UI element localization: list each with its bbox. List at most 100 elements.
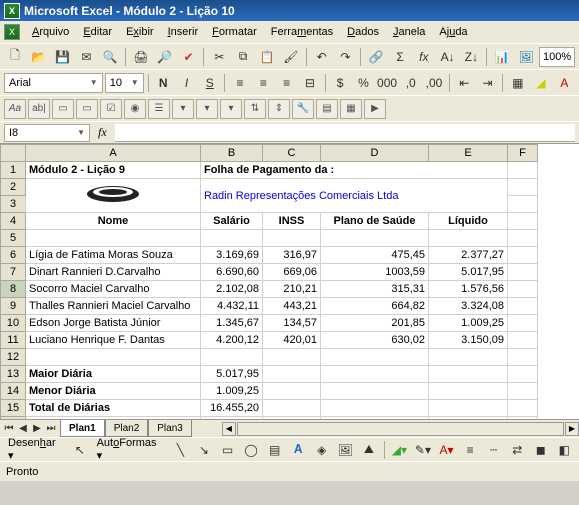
align-center-button[interactable]: ≡ (253, 72, 274, 94)
font-color-button[interactable]: A (554, 72, 575, 94)
line-style-button[interactable]: ≡ (459, 439, 481, 461)
zoom-combo[interactable]: 100% (539, 47, 575, 67)
row-header[interactable]: 13 (1, 366, 26, 383)
row-header[interactable]: 15 (1, 400, 26, 417)
diagram-button[interactable]: ◈ (311, 439, 333, 461)
open-button[interactable]: 📂 (28, 46, 50, 68)
spellcheck-button[interactable]: ✔ (178, 46, 200, 68)
cell-logo[interactable] (26, 179, 201, 213)
cell[interactable] (508, 332, 538, 349)
cell[interactable] (429, 400, 508, 417)
cell[interactable]: Total de Diárias (26, 400, 201, 417)
cell[interactable]: Plano de Saúde (321, 213, 429, 230)
font-size-combo[interactable]: 10▼ (105, 73, 144, 93)
italic-button[interactable]: I (176, 72, 197, 94)
search-button[interactable]: 🔍 (99, 46, 121, 68)
select-objects-button[interactable]: ↖ (69, 439, 91, 461)
line-color-button[interactable]: ✎▾ (412, 439, 434, 461)
cell[interactable] (321, 349, 429, 366)
cell[interactable]: INSS (263, 213, 321, 230)
scroll-control[interactable]: ⇅ (244, 99, 266, 119)
cell[interactable]: Dinart Rannieri D.Carvalho (26, 264, 201, 281)
cell[interactable]: Nome (26, 213, 201, 230)
percent-button[interactable]: % (353, 72, 374, 94)
cell[interactable] (201, 230, 263, 247)
cell[interactable]: 134,57 (263, 315, 321, 332)
cell[interactable] (508, 366, 538, 383)
cell[interactable]: Maior Diária (26, 366, 201, 383)
cell[interactable]: 3.324,08 (429, 298, 508, 315)
menu-window[interactable]: Janela (387, 24, 431, 40)
decrease-indent-button[interactable]: ⇤ (454, 72, 475, 94)
cell[interactable]: 669,06 (263, 264, 321, 281)
cut-button[interactable]: ✂ (208, 46, 230, 68)
row-header[interactable]: 14 (1, 383, 26, 400)
line-button[interactable]: ╲ (170, 439, 192, 461)
cell[interactable]: Módulo 2 - Lição 9 (26, 162, 201, 179)
sort-desc-button[interactable]: Z↓ (461, 46, 483, 68)
cell[interactable]: Líquido (429, 213, 508, 230)
formula-input[interactable] (115, 124, 575, 142)
cell[interactable] (508, 298, 538, 315)
cell[interactable] (321, 400, 429, 417)
format-painter-button[interactable]: 🖌 (280, 46, 302, 68)
cell[interactable] (263, 366, 321, 383)
textbox-button[interactable]: ▤ (264, 439, 286, 461)
fill-color-button[interactable]: ◢▾ (389, 439, 411, 461)
col-header-b[interactable]: B (201, 145, 263, 162)
cell-company-link[interactable]: Radin Representações Comerciais Ltda (201, 179, 508, 213)
cell[interactable]: Thalles Rannieri Maciel Carvalho (26, 298, 201, 315)
new-button[interactable]: 🗋 (4, 46, 26, 68)
cell[interactable] (429, 366, 508, 383)
print-button[interactable]: 🖨 (130, 46, 152, 68)
cell[interactable] (508, 179, 538, 196)
cell[interactable]: Folha de Pagamento da : (201, 162, 508, 179)
cell[interactable] (263, 230, 321, 247)
cell[interactable]: Edson Jorge Batista Júnior (26, 315, 201, 332)
cell[interactable]: 443,21 (263, 298, 321, 315)
cell[interactable] (429, 417, 508, 420)
cell[interactable]: 315,31 (321, 281, 429, 298)
tab-last-button[interactable]: ⏭ (44, 423, 58, 434)
cell[interactable] (321, 366, 429, 383)
cell[interactable] (508, 162, 538, 179)
scroll-track[interactable] (237, 422, 564, 436)
copy-button[interactable]: ⧉ (232, 46, 254, 68)
increase-indent-button[interactable]: ⇥ (477, 72, 498, 94)
borders-button[interactable]: ▦ (507, 72, 528, 94)
col-header-d[interactable]: D (321, 145, 429, 162)
cell[interactable] (508, 230, 538, 247)
cell[interactable] (508, 349, 538, 366)
col-header-c[interactable]: C (263, 145, 321, 162)
oval-button[interactable]: ◯ (240, 439, 262, 461)
cell[interactable]: 3.150,09 (429, 332, 508, 349)
workbook-icon[interactable]: X (4, 24, 20, 40)
select-all-corner[interactable] (1, 145, 26, 162)
cell[interactable]: 1.009,25 (429, 315, 508, 332)
cell[interactable] (201, 349, 263, 366)
row-header[interactable]: 12 (1, 349, 26, 366)
fx-label[interactable]: fx (98, 125, 107, 140)
autoshapes-menu[interactable]: AutoFormas ▾ (93, 435, 168, 464)
run-control[interactable]: ▶ (364, 99, 386, 119)
row-header[interactable]: 9 (1, 298, 26, 315)
cell[interactable]: Luciano Henrique F. Dantas (26, 332, 201, 349)
paste-button[interactable]: 📋 (256, 46, 278, 68)
increase-decimal-button[interactable]: ,0 (400, 72, 421, 94)
row-header[interactable]: 7 (1, 264, 26, 281)
undo-button[interactable]: ↶ (311, 46, 333, 68)
cell[interactable] (263, 383, 321, 400)
row-header[interactable]: 6 (1, 247, 26, 264)
chart-button[interactable]: 📊 (491, 46, 513, 68)
fill-color-button[interactable]: ◢ (530, 72, 551, 94)
cell[interactable]: 201,85 (321, 315, 429, 332)
cell[interactable]: 2.377,27 (429, 247, 508, 264)
cell[interactable] (508, 400, 538, 417)
cell[interactable] (508, 417, 538, 420)
cell[interactable]: 630,02 (321, 332, 429, 349)
mail-button[interactable]: ✉ (75, 46, 97, 68)
cell[interactable]: 1003,59 (321, 264, 429, 281)
menu-view[interactable]: Exibir (120, 24, 160, 40)
row-header[interactable]: 4 (1, 213, 26, 230)
3d-button[interactable]: ◧ (554, 439, 576, 461)
